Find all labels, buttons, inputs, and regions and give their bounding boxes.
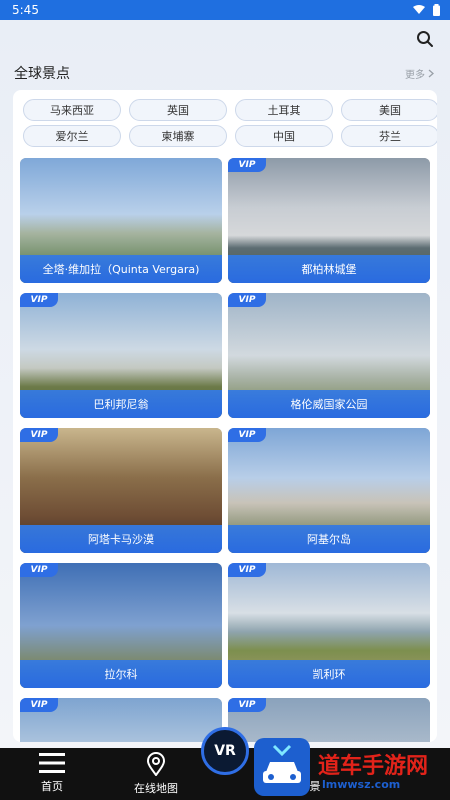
- car-icon: [263, 744, 301, 783]
- vip-badge: VIP: [228, 158, 266, 172]
- chip-country[interactable]: 美国: [341, 99, 437, 121]
- chip-country[interactable]: 英国: [129, 99, 227, 121]
- attraction-name: 拉尔科: [20, 660, 222, 688]
- attraction-card[interactable]: VIP: [20, 698, 222, 742]
- vip-badge: VIP: [228, 293, 266, 307]
- attraction-card[interactable]: VIP 阿基尔岛: [228, 428, 430, 553]
- attraction-card[interactable]: 全塔·维加拉（Quinta Vergara): [20, 158, 222, 283]
- country-chips: 马来西亚 英国 土耳其 美国 爱尔兰 柬埔寨 中国 芬兰: [13, 90, 437, 147]
- vip-badge: VIP: [20, 428, 58, 442]
- tab-map-label: 在线地图: [134, 782, 178, 795]
- vip-badge: VIP: [228, 428, 266, 442]
- more-link[interactable]: 更多: [405, 66, 434, 81]
- section-title: 全球景点: [14, 66, 70, 82]
- status-bar: 5:45: [0, 0, 450, 20]
- map-pin-icon: [146, 752, 166, 776]
- vip-badge: VIP: [20, 698, 58, 712]
- tab-home[interactable]: 首页: [2, 752, 102, 794]
- attraction-name: 都柏林城堡: [228, 255, 430, 283]
- more-label: 更多: [405, 70, 425, 81]
- tab-online-map[interactable]: 在线地图: [106, 752, 206, 796]
- chip-country[interactable]: 爱尔兰: [23, 125, 121, 147]
- attraction-card[interactable]: VIP 凯利环: [228, 563, 430, 688]
- attraction-name: 格伦威国家公园: [228, 390, 430, 418]
- chip-country[interactable]: 马来西亚: [23, 99, 121, 121]
- vip-badge: VIP: [228, 698, 266, 712]
- chip-country[interactable]: 柬埔寨: [129, 125, 227, 147]
- status-time: 5:45: [12, 3, 39, 17]
- watermark-text: 道车手游网: [318, 754, 429, 779]
- status-icons: [413, 4, 440, 16]
- tab-third-label: 景: [309, 780, 321, 793]
- attraction-name: 阿塔卡马沙漠: [20, 525, 222, 553]
- watermark-url: lmwwsz.com: [322, 778, 401, 791]
- chip-country[interactable]: 芬兰: [341, 125, 437, 147]
- wifi-icon: [413, 5, 425, 14]
- chip-country[interactable]: 土耳其: [235, 99, 333, 121]
- battery-icon: [433, 4, 440, 16]
- search-icon[interactable]: [416, 30, 434, 48]
- attraction-name: 凯利环: [228, 660, 430, 688]
- attractions-panel: 马来西亚 英国 土耳其 美国 爱尔兰 柬埔寨 中国 芬兰 全塔·维加拉（Quin…: [13, 90, 437, 742]
- vr-button[interactable]: VR: [201, 727, 249, 775]
- vip-badge: VIP: [20, 563, 58, 577]
- tab-home-label: 首页: [41, 780, 63, 793]
- chip-country[interactable]: 中国: [235, 125, 333, 147]
- attraction-name: 巴利邦尼翁: [20, 390, 222, 418]
- attraction-card[interactable]: VIP 都柏林城堡: [228, 158, 430, 283]
- attraction-name: 全塔·维加拉（Quinta Vergara): [20, 255, 222, 283]
- attraction-card[interactable]: VIP 拉尔科: [20, 563, 222, 688]
- vip-badge: VIP: [20, 293, 58, 307]
- menu-icon: [39, 753, 65, 773]
- attraction-card[interactable]: VIP: [228, 698, 430, 742]
- vip-badge: VIP: [228, 563, 266, 577]
- attraction-card[interactable]: VIP 格伦威国家公园: [228, 293, 430, 418]
- chevron-right-icon: [428, 69, 434, 78]
- watermark-logo: [254, 738, 310, 796]
- attraction-card[interactable]: VIP 阿塔卡马沙漠: [20, 428, 222, 553]
- attraction-name: 阿基尔岛: [228, 525, 430, 553]
- attraction-card[interactable]: VIP 巴利邦尼翁: [20, 293, 222, 418]
